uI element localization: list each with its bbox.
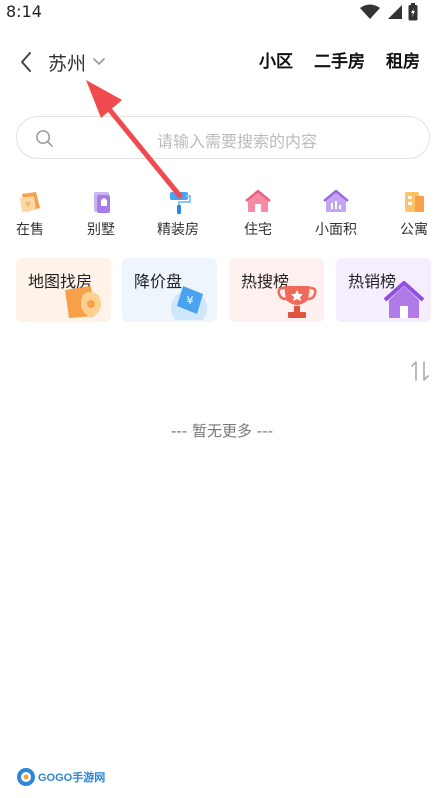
category-label: 住宅 [244, 222, 272, 238]
svg-text:GOGO手游网: GOGO手游网 [38, 770, 105, 784]
price-tag-icon: ¥ [171, 286, 207, 320]
small-area-icon [323, 189, 349, 212]
status-time: 8:14 [6, 2, 42, 21]
nav-rent[interactable]: 租房 [386, 48, 420, 76]
search-placeholder: 请输入需要搜索的内容 [157, 132, 318, 151]
category-small-area[interactable]: 小面积 [306, 188, 366, 239]
wifi-icon [360, 4, 380, 19]
back-button[interactable] [14, 48, 38, 76]
apartment-icon [405, 192, 424, 212]
sort-icon[interactable] [410, 360, 430, 382]
map-pin-icon [65, 286, 101, 318]
card-hot-search[interactable]: 热搜榜 [229, 258, 324, 322]
paint-roller-icon [170, 192, 191, 214]
list-end-text: --- 暂无更多 --- [170, 422, 273, 440]
trophy-icon [277, 286, 317, 318]
category-apartment[interactable]: 公寓 [384, 188, 444, 239]
category-villa[interactable]: 别墅 [71, 188, 131, 239]
feature-cards: 地图找房 降价盘 ¥ 热搜榜 热销榜 [16, 258, 444, 322]
svg-text:¥: ¥ [187, 294, 194, 307]
svg-text:¥: ¥ [25, 200, 30, 209]
battery-icon [408, 3, 418, 21]
category-label: 别墅 [87, 222, 115, 238]
search-input[interactable]: 请输入需要搜索的内容 [16, 116, 430, 159]
category-for-sale[interactable]: ¥ 在售 [0, 188, 60, 239]
city-name: 苏州 [48, 52, 87, 75]
card-hot-sales[interactable]: 热销榜 [336, 258, 431, 322]
house-icon [245, 189, 271, 212]
status-icons [360, 3, 418, 21]
top-nav: 小区 二手房 租房 [259, 48, 420, 76]
status-bar: 8:14 [0, 0, 444, 26]
watermark-logo: GOGO手游网 [16, 766, 106, 788]
card-map-search[interactable]: 地图找房 [16, 258, 111, 322]
gogo-logo-icon: GOGO手游网 [17, 768, 105, 786]
search-icon [36, 130, 53, 147]
category-label: 在售 [16, 222, 44, 238]
hot-house-icon [383, 281, 425, 318]
signal-icon [388, 5, 402, 19]
nav-second-hand[interactable]: 二手房 [314, 48, 365, 76]
city-selector[interactable]: 苏州 [48, 48, 106, 76]
category-label: 公寓 [400, 222, 428, 238]
category-label: 小面积 [315, 222, 357, 238]
for-sale-icon: ¥ [20, 192, 40, 212]
category-label: 精装房 [157, 222, 199, 238]
category-row: ¥ 在售 别墅 精装房 住宅 小面积 公寓 [0, 188, 444, 242]
nav-community[interactable]: 小区 [259, 48, 293, 76]
category-decorated[interactable]: 精装房 [148, 188, 208, 239]
chevron-left-icon [21, 52, 31, 72]
card-price-drop[interactable]: 降价盘 ¥ [122, 258, 217, 322]
category-residence[interactable]: 住宅 [228, 188, 288, 239]
villa-icon [94, 192, 110, 213]
header: 苏州 小区 二手房 租房 [0, 40, 444, 84]
chevron-down-icon [93, 58, 105, 66]
